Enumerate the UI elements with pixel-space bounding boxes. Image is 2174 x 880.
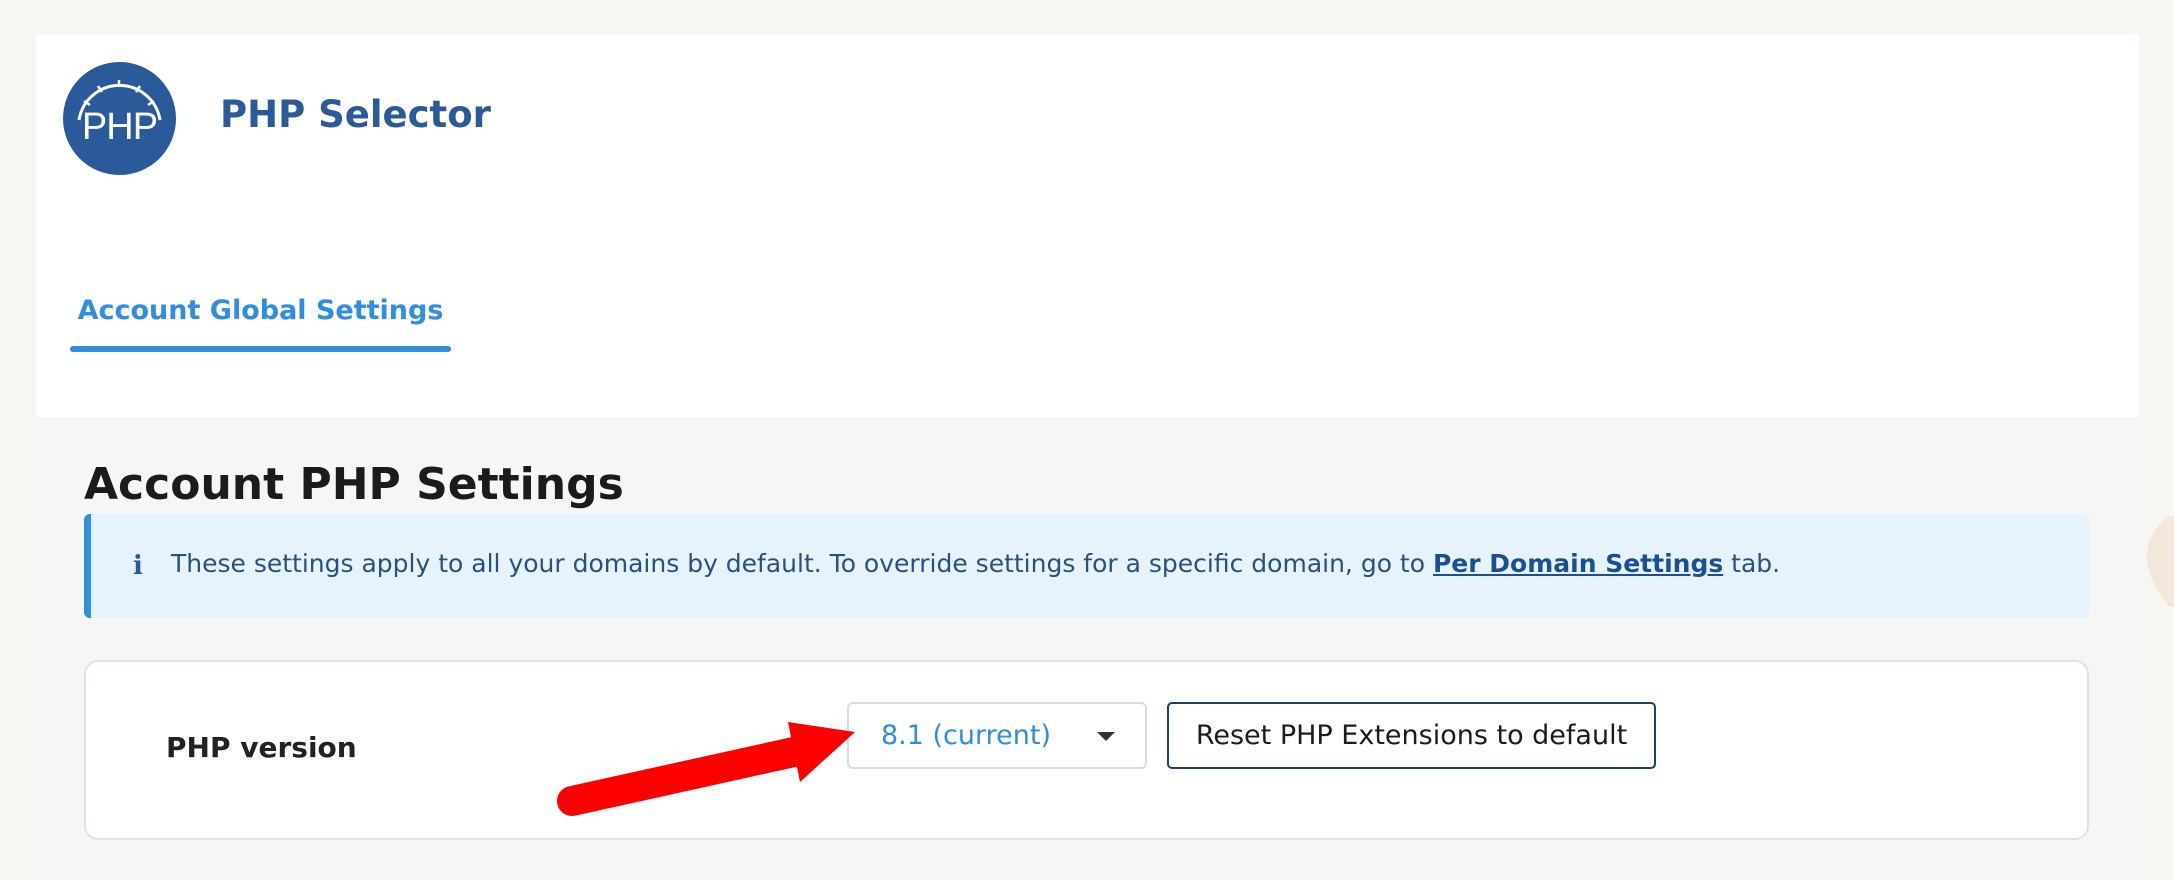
logo-text: PHP — [81, 106, 158, 148]
tab-active-indicator — [70, 346, 451, 352]
section-heading: Account PHP Settings — [84, 459, 624, 510]
info-text: These settings apply to all your domains… — [171, 546, 1780, 582]
php-version-card: PHP version 8.1 (current) Reset PHP Exte… — [84, 660, 2089, 840]
tab-account-global-settings[interactable]: Account Global Settings — [70, 289, 451, 352]
info-banner: i These settings apply to all your domai… — [84, 514, 2089, 618]
info-icon: i — [133, 551, 143, 581]
decorative-shape — [2146, 516, 2174, 606]
php-version-selected-value: 8.1 (current) — [881, 720, 1051, 751]
chevron-down-icon — [1097, 732, 1115, 741]
app-title: PHP Selector — [220, 93, 491, 136]
header-panel: PHP PHP Selector Account Global Settings — [36, 34, 2139, 417]
info-text-before: These settings apply to all your domains… — [171, 549, 1433, 578]
page-frame: PHP PHP Selector Account Global Settings… — [36, 34, 2139, 880]
reset-php-extensions-button[interactable]: Reset PHP Extensions to default — [1167, 702, 1656, 769]
php-version-select[interactable]: 8.1 (current) — [847, 702, 1147, 769]
info-text-after: tab. — [1723, 549, 1781, 578]
tab-label: Account Global Settings — [77, 295, 444, 326]
php-logo: PHP — [63, 62, 176, 175]
php-version-label: PHP version — [166, 731, 357, 764]
per-domain-settings-link[interactable]: Per Domain Settings — [1433, 549, 1723, 578]
